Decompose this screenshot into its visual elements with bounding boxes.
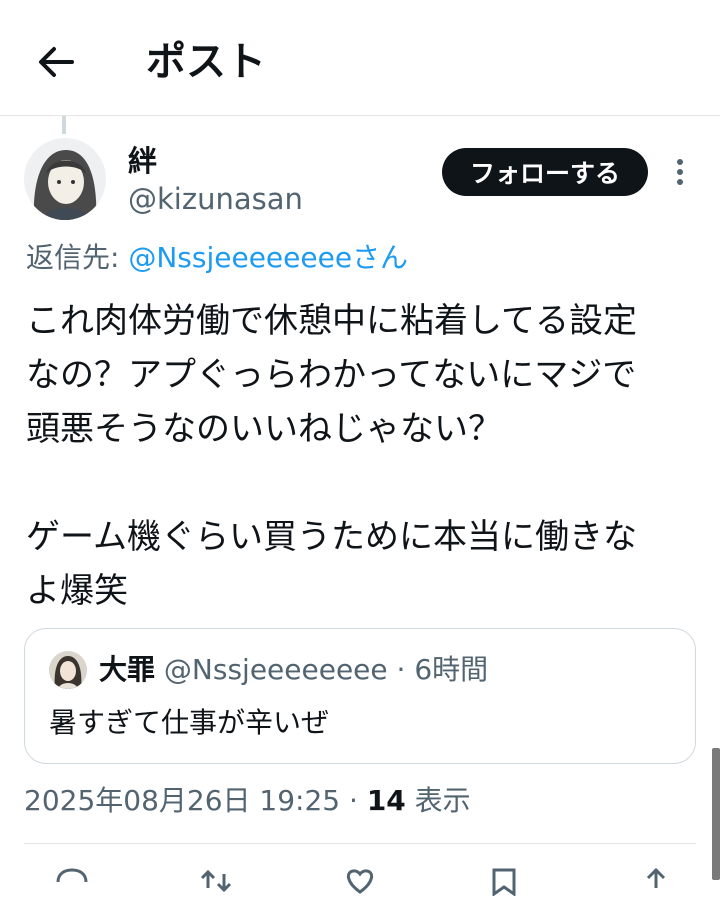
share-icon[interactable] [636, 866, 676, 896]
post-text-line: よ爆笑 [26, 571, 128, 611]
author-name[interactable]: 絆 [128, 144, 157, 178]
quoted-post-text: 暑すぎて仕事が辛いぜ [49, 706, 330, 739]
follow-button[interactable]: フォローする [442, 148, 648, 196]
post-text-blank-line [26, 456, 696, 510]
reply-to-mention-link[interactable]: @Nssjeeeeeeeeさん [128, 241, 408, 274]
post-meta: 2025年08月26日 19:25 · 14 表示 [24, 782, 471, 820]
meta-separator: · [340, 784, 367, 817]
views-count: 14 [366, 784, 406, 817]
like-icon[interactable] [340, 866, 380, 896]
quoted-author-name: 大罪 [99, 653, 156, 686]
post-text: これ肉体労働で休憩中に粘着してる設定 なの？アプぐっらわかってないにマジで 頭悪… [26, 294, 696, 618]
post-text-line: これ肉体労働で休憩中に粘着してる設定 [26, 301, 637, 341]
author-avatar[interactable] [24, 138, 106, 220]
quoted-author-avatar [49, 651, 87, 689]
reply-icon[interactable] [52, 866, 92, 896]
author-handle[interactable]: @kizunasan [128, 182, 303, 216]
post-text-line: 頭悪そうなのいいねじゃない？ [26, 409, 502, 449]
quoted-author-handle-time: @Nssjeeeeeeee · 6時間 [163, 653, 489, 686]
back-arrow-icon[interactable] [34, 40, 78, 84]
top-bar: ポスト [0, 0, 720, 116]
scrollbar[interactable] [712, 748, 720, 880]
reply-to-line: 返信先: @Nssjeeeeeeeeさん [26, 240, 408, 276]
more-vertical-icon[interactable] [666, 152, 694, 192]
bookmark-icon[interactable] [484, 866, 524, 897]
quoted-post-meta: 大罪 @Nssjeeeeeeee · 6時間 [99, 651, 488, 689]
thread-connector-line [62, 116, 66, 134]
repost-icon[interactable] [196, 866, 236, 896]
page-title: ポスト [146, 39, 266, 85]
quoted-post-card[interactable]: 大罪 @Nssjeeeeeeee · 6時間 暑すぎて仕事が辛いぜ [24, 628, 696, 764]
post-timestamp[interactable]: 2025年08月26日 19:25 [24, 784, 340, 817]
action-bar-divider [24, 843, 696, 844]
views-label: 表示 [405, 784, 471, 817]
reply-to-prefix: 返信先: [26, 241, 129, 274]
post-text-line: ゲーム機ぐらい買うために本当に働きな [26, 517, 637, 557]
post-text-line: なの？アプぐっらわかってないにマジで [26, 355, 637, 395]
